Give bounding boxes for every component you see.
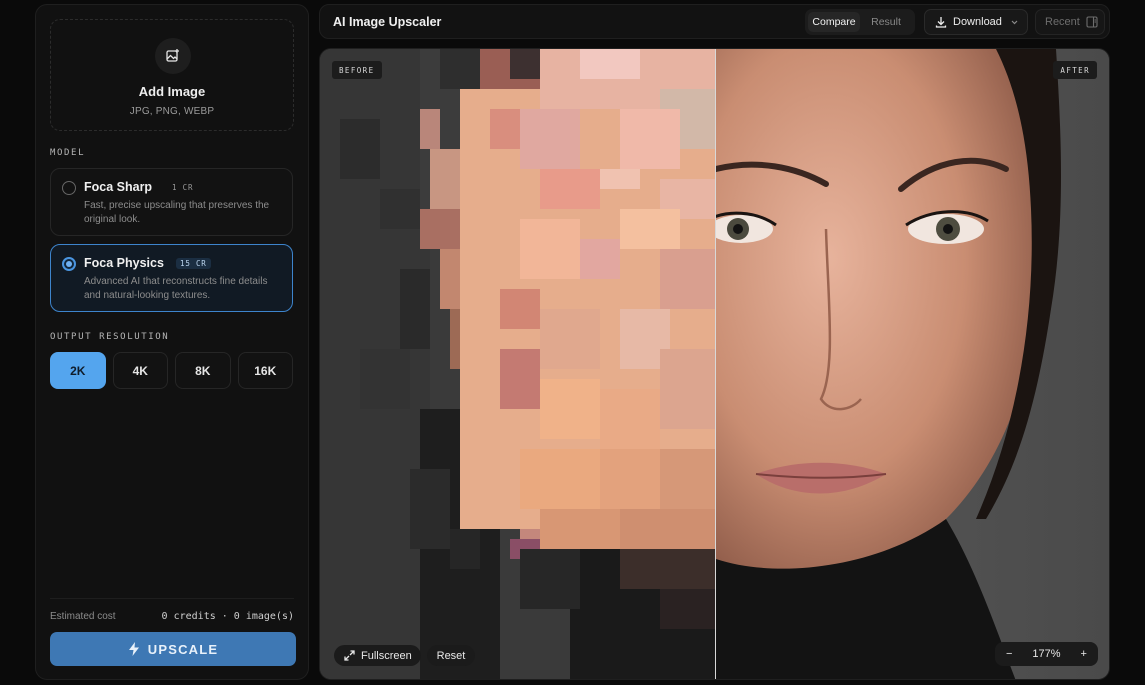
chevron-down-icon[interactable] [1010,18,1019,27]
expand-icon [344,650,355,661]
compare-split-handle[interactable] [715,49,716,679]
download-button[interactable]: Download [924,9,1028,35]
model-section-label: MODEL [50,148,86,158]
before-label: BEFORE [332,61,382,79]
reset-button[interactable]: Reset [427,645,475,666]
resolution-2k-button[interactable]: 2K [50,352,106,389]
upscale-button[interactable]: UPSCALE [50,632,296,666]
pixelated-portrait [320,49,716,679]
upscale-label: UPSCALE [147,641,219,657]
before-image [320,49,716,679]
download-icon [935,17,947,28]
zoom-in-button[interactable]: + [1081,648,1087,660]
model-option-foca-physics[interactable]: Foca Physics 15 CR Advanced AI that reco… [50,244,293,312]
settings-sidebar: Add Image JPG, PNG, WEBP MODEL Foca Shar… [35,4,309,680]
zoom-control: − 177% + [995,642,1098,666]
resolution-8k-button[interactable]: 8K [175,352,231,389]
compare-viewer[interactable]: BEFORE AFTER Fullscreen Reset − 177% + [319,48,1110,680]
supported-formats: JPG, PNG, WEBP [129,106,215,117]
zoom-level: 177% [1032,648,1061,660]
resolution-selector: 2K 4K 8K 16K [50,352,293,389]
add-image-dropzone[interactable]: Add Image JPG, PNG, WEBP [50,19,294,131]
radio-foca-physics[interactable] [62,257,76,271]
recent-button[interactable]: Recent [1035,9,1105,35]
resolution-16k-button[interactable]: 16K [237,352,293,389]
page-title: AI Image Upscaler [333,15,442,29]
output-resolution-label: OUTPUT RESOLUTION [50,332,170,342]
after-label: AFTER [1053,61,1097,79]
view-mode-toggle: Compare Result [805,9,915,35]
lightning-icon [128,642,139,656]
resolution-4k-button[interactable]: 4K [112,352,168,389]
compare-tab[interactable]: Compare [808,12,860,32]
credit-badge: 1 CR [172,183,194,192]
fullscreen-button[interactable]: Fullscreen [334,645,421,666]
model-name: Foca Physics [84,256,164,270]
sidebar-panel-icon [1086,16,1098,28]
divider [50,598,294,599]
zoom-out-button[interactable]: − [1006,648,1012,660]
fullscreen-label: Fullscreen [361,649,412,662]
model-description: Fast, precise upscaling that preserves t… [84,200,270,225]
model-name: Foca Sharp [84,180,153,194]
upscaled-portrait [716,49,1109,679]
model-option-foca-sharp[interactable]: Foca Sharp 1 CR Fast, precise upscaling … [50,168,293,236]
result-tab[interactable]: Result [860,12,912,32]
top-bar: AI Image Upscaler Compare Result Downloa… [319,4,1110,39]
image-add-icon [155,38,191,74]
download-label: Download [953,16,1002,28]
after-image [716,49,1109,679]
recent-label: Recent [1045,16,1080,28]
add-image-title: Add Image [138,84,206,99]
radio-foca-sharp[interactable] [62,181,76,195]
estimated-cost-label: Estimated cost [50,611,116,622]
model-description: Advanced AI that reconstructs fine detai… [84,276,268,301]
estimated-cost-value: 0 credits · 0 image(s) [161,611,294,622]
credit-badge: 15 CR [176,258,211,269]
